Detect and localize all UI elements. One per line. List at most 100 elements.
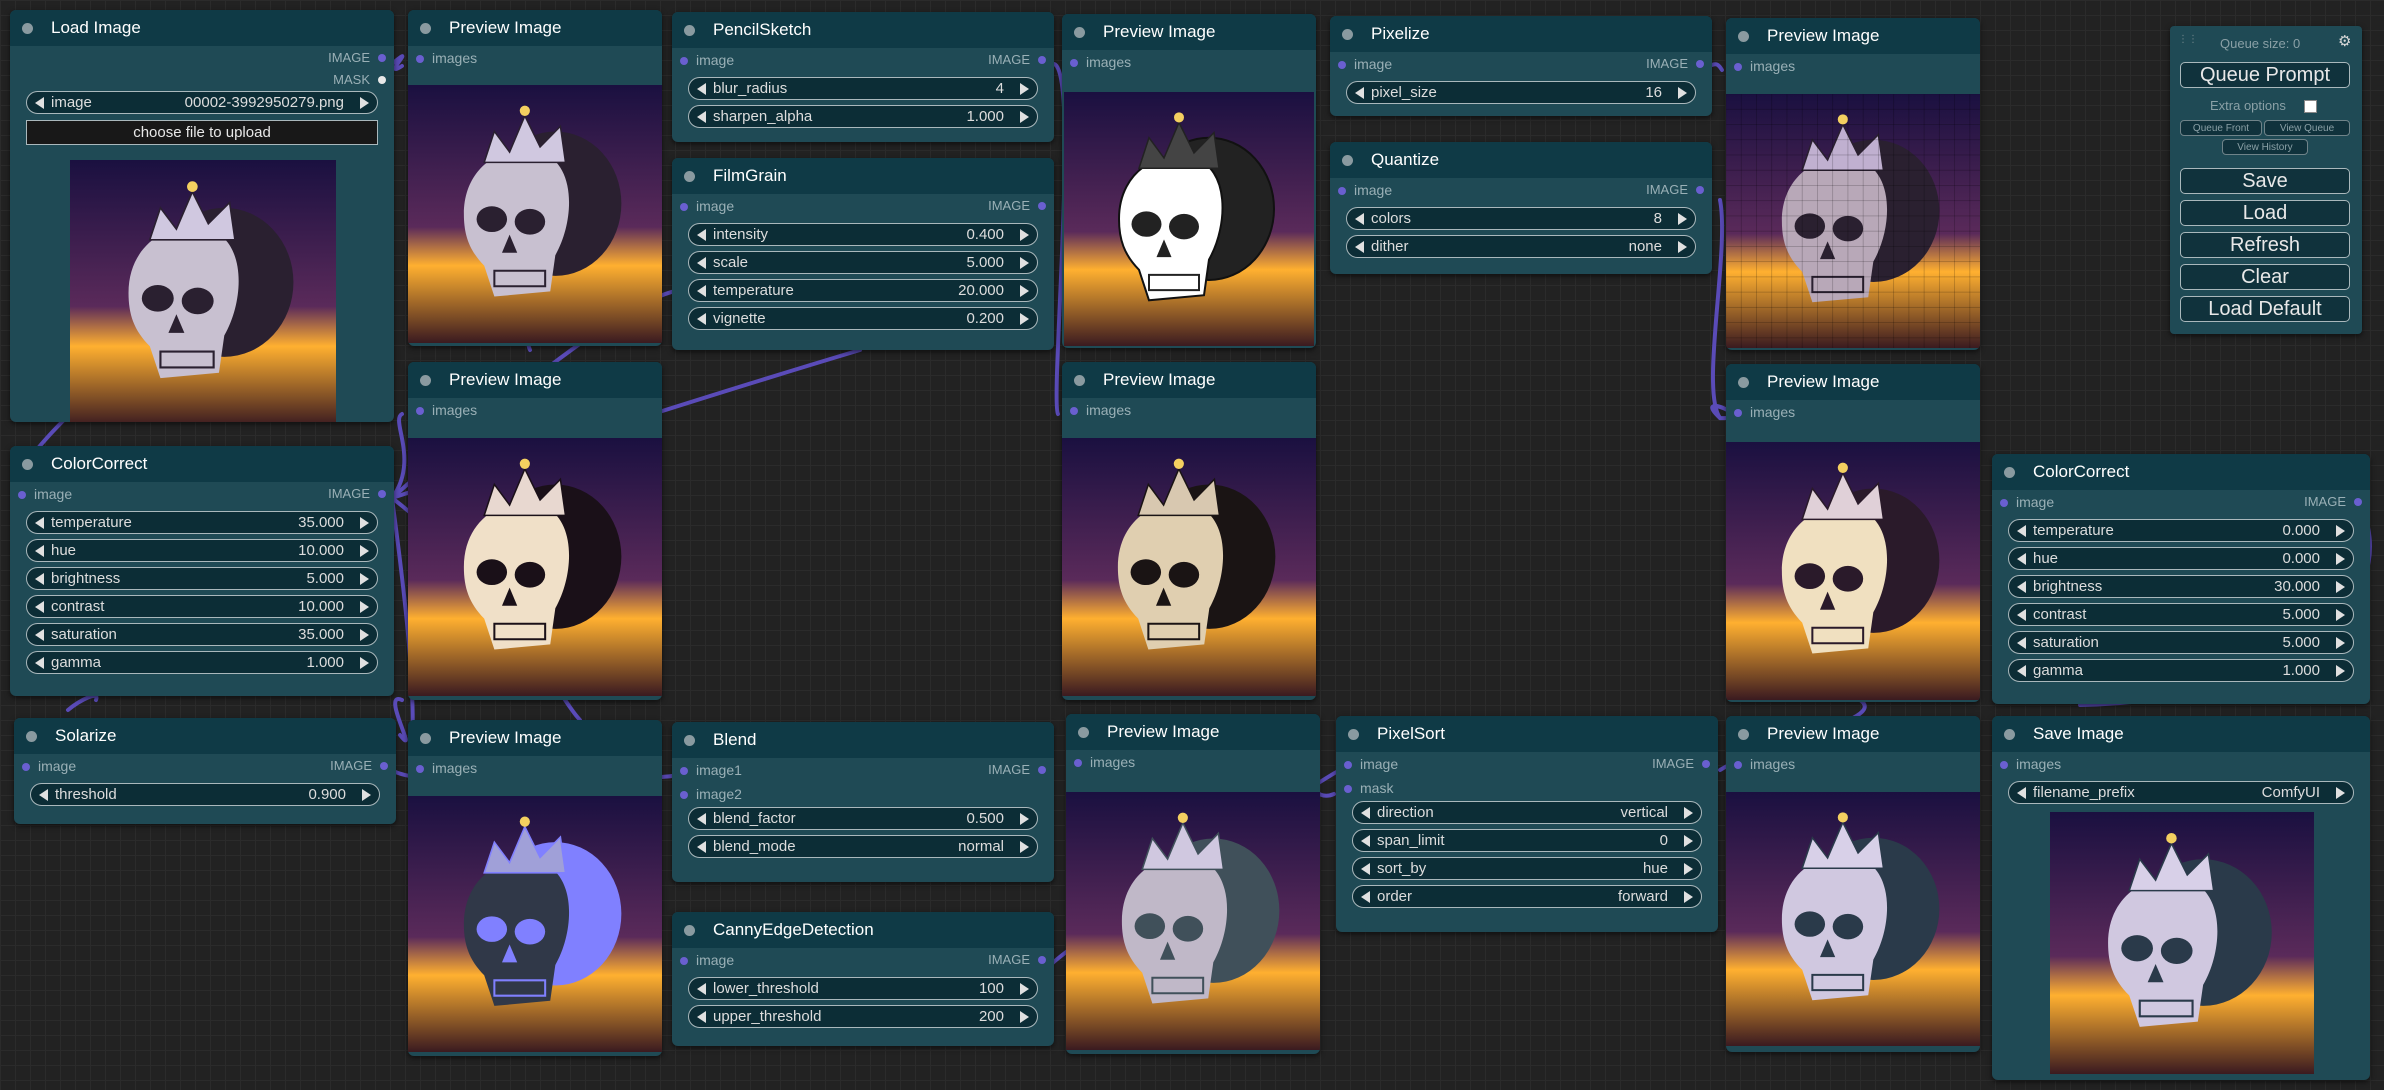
decrement-arrow-icon[interactable]	[697, 82, 706, 95]
widget-threshold[interactable]: threshold 0.900	[30, 783, 380, 806]
decrement-arrow-icon[interactable]	[1361, 890, 1370, 903]
widget-filename-prefix[interactable]: filename_prefix ComfyUI	[2008, 781, 2354, 804]
queue-prompt-button[interactable]: Queue Prompt	[2180, 62, 2350, 88]
node-title[interactable]: Solarize	[14, 718, 396, 754]
widget-sharpen-alpha[interactable]: sharpen_alpha 1.000	[688, 105, 1038, 128]
widget-span-limit[interactable]: span_limit 0	[1352, 829, 1702, 852]
input-images[interactable]: images	[1073, 754, 1135, 770]
increment-arrow-icon[interactable]	[2336, 664, 2345, 677]
increment-arrow-icon[interactable]	[1020, 1010, 1029, 1023]
node-preview-image-7[interactable]: Preview Image images	[408, 720, 662, 1056]
widget-brightness[interactable]: brightness 5.000	[26, 567, 378, 590]
load-button[interactable]: Load	[2180, 200, 2350, 226]
collapse-dot-icon[interactable]	[1738, 30, 1749, 42]
widget-temperature[interactable]: temperature 20.000	[688, 279, 1038, 302]
output-image[interactable]: IMAGE	[328, 50, 386, 65]
widget-contrast[interactable]: contrast 10.000	[26, 595, 378, 618]
choose-file-button[interactable]: choose file to upload	[26, 120, 378, 145]
widget-blend-factor[interactable]: blend_factor 0.500	[688, 807, 1038, 830]
node-preview-image-2[interactable]: Preview Image images	[1062, 14, 1316, 348]
node-title[interactable]: FilmGrain	[672, 158, 1054, 194]
node-title[interactable]: Preview Image	[1062, 14, 1316, 50]
decrement-arrow-icon[interactable]	[2017, 580, 2026, 593]
settings-gear-icon[interactable]: ⚙	[2338, 32, 2351, 50]
input-images[interactable]: images	[415, 50, 477, 66]
node-preview-image-8[interactable]: Preview Image images	[1066, 714, 1320, 1054]
collapse-dot-icon[interactable]	[2004, 466, 2015, 478]
node-pixelize[interactable]: Pixelize image IMAGE pixel_size 16	[1330, 16, 1712, 116]
decrement-arrow-icon[interactable]	[697, 110, 706, 123]
input-mask[interactable]: mask	[1343, 780, 1393, 796]
node-canny-edge[interactable]: CannyEdgeDetection image IMAGE lower_thre…	[672, 912, 1054, 1046]
decrement-arrow-icon[interactable]	[35, 516, 44, 529]
decrement-arrow-icon[interactable]	[697, 982, 706, 995]
collapse-dot-icon[interactable]	[420, 22, 431, 34]
collapse-dot-icon[interactable]	[2004, 728, 2015, 740]
widget-pixel-size[interactable]: pixel_size 16	[1346, 81, 1696, 104]
output-mask[interactable]: MASK	[333, 72, 386, 87]
decrement-arrow-icon[interactable]	[697, 228, 706, 241]
node-blend[interactable]: Blend image1 IMAGE image2 blend_factor 0.5…	[672, 722, 1054, 882]
decrement-arrow-icon[interactable]	[1355, 212, 1364, 225]
increment-arrow-icon[interactable]	[1678, 240, 1687, 253]
increment-arrow-icon[interactable]	[1020, 812, 1029, 825]
increment-arrow-icon[interactable]	[360, 544, 369, 557]
collapse-dot-icon[interactable]	[684, 170, 695, 182]
decrement-arrow-icon[interactable]	[35, 656, 44, 669]
node-title[interactable]: ColorCorrect	[1992, 454, 2370, 490]
decrement-arrow-icon[interactable]	[697, 812, 706, 825]
decrement-arrow-icon[interactable]	[697, 256, 706, 269]
increment-arrow-icon[interactable]	[2336, 608, 2345, 621]
output-image[interactable]: IMAGE	[328, 486, 386, 501]
increment-arrow-icon[interactable]	[2336, 580, 2345, 593]
widget-hue[interactable]: hue 0.000	[2008, 547, 2354, 570]
save-button[interactable]: Save	[2180, 168, 2350, 194]
input-images[interactable]: images	[1733, 58, 1795, 74]
node-title[interactable]: Pixelize	[1330, 16, 1712, 52]
widget-intensity[interactable]: intensity 0.400	[688, 223, 1038, 246]
node-title[interactable]: PixelSort	[1336, 716, 1718, 752]
view-history-button[interactable]: View History	[2222, 139, 2308, 155]
output-image[interactable]: IMAGE	[988, 198, 1046, 213]
increment-arrow-icon[interactable]	[1684, 890, 1693, 903]
widget-blur-radius[interactable]: blur_radius 4	[688, 77, 1038, 100]
increment-arrow-icon[interactable]	[1020, 228, 1029, 241]
input-image[interactable]: image	[17, 486, 72, 502]
increment-arrow-icon[interactable]	[360, 516, 369, 529]
node-preview-image-5[interactable]: Preview Image images	[1062, 362, 1316, 700]
node-title[interactable]: ColorCorrect	[10, 446, 394, 482]
input-images[interactable]: images	[1069, 54, 1131, 70]
output-image[interactable]: IMAGE	[988, 52, 1046, 67]
input-images[interactable]: images	[1733, 404, 1795, 420]
node-quantize[interactable]: Quantize image IMAGE colors 8 dither none	[1330, 142, 1712, 274]
decrement-arrow-icon[interactable]	[1361, 862, 1370, 875]
increment-arrow-icon[interactable]	[1020, 256, 1029, 269]
widget-dither[interactable]: dither none	[1346, 235, 1696, 258]
node-film-grain[interactable]: FilmGrain image IMAGE intensity 0.400 scale…	[672, 158, 1054, 350]
collapse-dot-icon[interactable]	[1342, 28, 1353, 40]
input-image[interactable]: image	[1999, 494, 2054, 510]
collapse-dot-icon[interactable]	[1074, 26, 1085, 38]
widget-temperature[interactable]: temperature 0.000	[2008, 519, 2354, 542]
input-image1[interactable]: image1	[680, 762, 742, 778]
increment-arrow-icon[interactable]	[360, 572, 369, 585]
node-title[interactable]: Preview Image	[1726, 716, 1980, 752]
input-image[interactable]: image	[21, 758, 76, 774]
drag-handle-icon[interactable]: ⋮⋮	[2178, 34, 2198, 45]
clear-button[interactable]: Clear	[2180, 264, 2350, 290]
decrement-arrow-icon[interactable]	[697, 284, 706, 297]
increment-arrow-icon[interactable]	[360, 96, 369, 109]
widget-order[interactable]: order forward	[1352, 885, 1702, 908]
decrement-arrow-icon[interactable]	[35, 628, 44, 641]
widget-saturation[interactable]: saturation 35.000	[26, 623, 378, 646]
increment-arrow-icon[interactable]	[1684, 862, 1693, 875]
input-image[interactable]: image	[1337, 182, 1392, 198]
input-image[interactable]: image	[1337, 56, 1392, 72]
increment-arrow-icon[interactable]	[1678, 212, 1687, 225]
decrement-arrow-icon[interactable]	[2017, 524, 2026, 537]
node-title[interactable]: Preview Image	[408, 362, 662, 398]
decrement-arrow-icon[interactable]	[2017, 664, 2026, 677]
widget-brightness[interactable]: brightness 30.000	[2008, 575, 2354, 598]
increment-arrow-icon[interactable]	[1020, 840, 1029, 853]
decrement-arrow-icon[interactable]	[2017, 608, 2026, 621]
